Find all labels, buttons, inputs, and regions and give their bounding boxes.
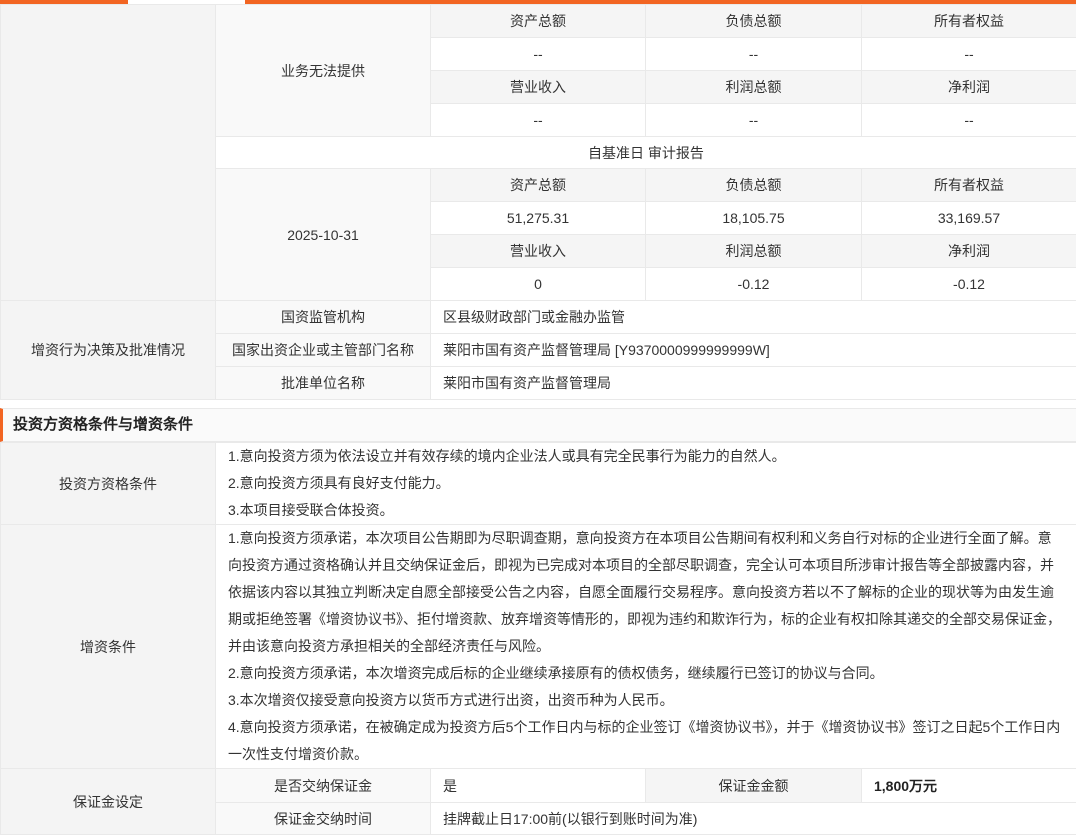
audit-base-date: 2025-10-31 [216,169,431,301]
deposit-time-label: 保证金交纳时间 [216,803,431,835]
financial-header-cell: 资产总额 [431,5,646,38]
deposit-amount-label: 保证金金额 [646,769,862,803]
financial-header-cell: 净利润 [862,235,1076,268]
conditions-group-label: 增资条件 [1,525,216,769]
financial-value-cell: -- [431,104,646,137]
section-title-bar: 投资方资格条件与增资条件 [0,408,1076,442]
conditions-text-line: 1.意向投资方须承诺，本次项目公告期即为尽职调查期，意向投资方在本项目公告期间有… [228,525,1064,660]
regulator-value: 区县级财政部门或金融办监管 [431,301,1076,334]
total-liabilities-value: 18,105.75 [646,202,862,235]
deposit-time-value: 挂牌截止日17:00前(以银行到账时间为准) [431,803,1076,835]
financial-header-cell: 负债总额 [646,5,862,38]
financial-value-cell: -- [862,38,1076,71]
deposit-group-label: 保证金设定 [1,769,216,835]
funding-enterprise-value: 莱阳市国有资产监督管理局 [Y9370000999999999W] [431,334,1076,367]
capital-increase-approval-group-label: 增资行为决策及批准情况 [1,301,216,400]
qualification-text: 1.意向投资方须为依法设立并有效存续的境内企业法人或具有完全民事行为能力的自然人… [216,443,1076,525]
audit-report-title: 自基准日 审计报告 [216,137,1076,169]
active-tab-gap [128,0,245,4]
conditions-text-line: 3.本次增资仅接受意向投资方以货币方式进行出资，出资币种为人民币。 [228,687,1064,714]
funding-enterprise-label: 国家出资企业或主管部门名称 [216,334,431,367]
revenue-value: 0 [431,268,646,301]
regulator-label: 国资监管机构 [216,301,431,334]
deposit-required-label: 是否交纳保证金 [216,769,431,803]
financial-header-cell: 营业收入 [431,235,646,268]
qualification-group-label: 投资方资格条件 [1,443,216,525]
net-profit-value: -0.12 [862,268,1076,301]
approval-unit-label: 批准单位名称 [216,367,431,400]
financial-header-cell: 所有者权益 [862,5,1076,38]
financial-header-cell: 资产总额 [431,169,646,202]
financial-header-cell: 净利润 [862,71,1076,104]
total-profit-value: -0.12 [646,268,862,301]
deposit-amount-value: 1,800万元 [862,769,1076,803]
financial-header-cell: 利润总额 [646,235,862,268]
financial-value-cell: -- [646,38,862,71]
conditions-text-line: 2.意向投资方须承诺，本次增资完成后标的企业继续承接原有的债权债务，继续履行已签… [228,660,1064,687]
financial-header-cell: 负债总额 [646,169,862,202]
qualification-text-line: 2.意向投资方须具有良好支付能力。 [228,470,1064,497]
qualification-text-line: 3.本项目接受联合体投资。 [228,497,1064,524]
financial-header-cell: 所有者权益 [862,169,1076,202]
total-assets-value: 51,275.31 [431,202,646,235]
financial-value-cell: -- [646,104,862,137]
owners-equity-value: 33,169.57 [862,202,1076,235]
financial-header-cell: 营业收入 [431,71,646,104]
section-gap [0,400,1076,408]
no-data-row-label: 业务无法提供 [216,5,431,137]
financial-header-cell: 利润总额 [646,71,862,104]
approval-unit-value: 莱阳市国有资产监督管理局 [431,367,1076,400]
tab-underline-bar [0,0,1076,4]
financial-value-cell: -- [431,38,646,71]
qualification-text-line: 1.意向投资方须为依法设立并有效存续的境内企业法人或具有完全民事行为能力的自然人… [228,443,1064,470]
empty-group-cell [1,5,216,301]
section-title: 投资方资格条件与增资条件 [13,416,193,433]
conditions-table: 投资方资格条件 1.意向投资方须为依法设立并有效存续的境内企业法人或具有完全民事… [0,442,1076,835]
deposit-required-value: 是 [431,769,646,803]
financial-and-approval-table: 业务无法提供 资产总额 负债总额 所有者权益 -- -- -- 营业收入 利润总… [0,4,1076,400]
financial-value-cell: -- [862,104,1076,137]
conditions-text-line: 4.意向投资方须承诺，在被确定成为投资方后5个工作日内与标的企业签订《增资协议书… [228,714,1064,768]
conditions-text: 1.意向投资方须承诺，本次项目公告期即为尽职调查期，意向投资方在本项目公告期间有… [216,525,1076,769]
